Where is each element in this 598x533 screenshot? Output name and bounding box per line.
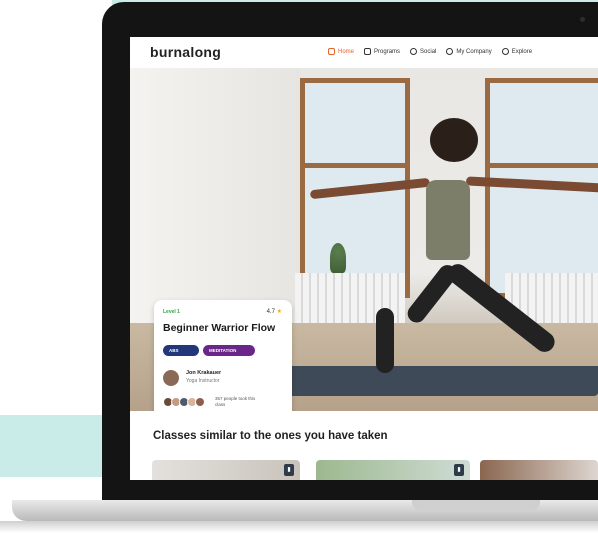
class-card[interactable]: Level 1 4.7 ★ Beginner Warrior Flow ABS … — [154, 300, 292, 411]
nav-item-label: Social — [420, 48, 437, 55]
person-leg — [376, 308, 394, 373]
curtain — [130, 68, 300, 338]
similar-classes-heading: Classes similar to the ones you have tak… — [153, 430, 388, 442]
nav-item-label: Programs — [374, 48, 401, 55]
nav-item-home[interactable]: Home — [328, 48, 354, 55]
person-head — [430, 118, 478, 162]
people-icon — [410, 48, 418, 55]
level-label: Level 1 — [163, 309, 180, 315]
top-navbar: burnalong Home Programs Social My Compan… — [130, 37, 598, 68]
instructor-avatar[interactable] — [163, 370, 179, 386]
search-icon — [501, 48, 509, 55]
laptop-shadow — [0, 521, 598, 533]
app-screen: burnalong Home Programs Social My Compan… — [130, 37, 598, 480]
bookmark-icon[interactable]: ▮ — [284, 464, 294, 476]
globe-icon — [446, 48, 454, 55]
nav-item-label: Home — [338, 48, 355, 55]
document-icon — [364, 48, 372, 55]
bookmark-icon[interactable]: ▮ — [454, 464, 464, 476]
rating: 4.7 ★ — [267, 308, 282, 315]
yoga-mat — [257, 366, 598, 396]
rating-value: 4.7 — [266, 309, 275, 315]
tag-abs[interactable]: ABS — [163, 345, 199, 356]
nav-item-label: My Company — [456, 48, 492, 55]
hero-video-image[interactable]: Level 1 4.7 ★ Beginner Warrior Flow ABS … — [130, 68, 598, 411]
class-thumbnail[interactable] — [480, 460, 598, 480]
star-icon: ★ — [276, 309, 282, 315]
person-torso — [426, 180, 470, 260]
laptop-notch — [412, 500, 540, 510]
burnalong-logo[interactable]: burnalong — [150, 44, 221, 60]
class-thumbnail[interactable]: ▮ — [152, 460, 300, 480]
class-thumbnail[interactable]: ▮ — [316, 460, 470, 480]
nav-item-social[interactable]: Social — [410, 48, 436, 55]
participants-text: 357 people took this class — [215, 396, 256, 407]
tag-meditation[interactable]: MEDITATION — [203, 345, 255, 356]
instructor-name[interactable]: Jon Krakauer — [186, 370, 221, 376]
plant — [330, 243, 346, 273]
nav-item-explore[interactable]: Explore — [501, 48, 533, 55]
instructor-role: Yoga Instructor — [186, 378, 220, 384]
participant-avatar — [195, 397, 205, 407]
nav-item-programs[interactable]: Programs — [364, 48, 400, 55]
class-title: Beginner Warrior Flow — [163, 322, 276, 334]
home-icon — [328, 48, 335, 55]
nav-item-my-company[interactable]: My Company — [446, 48, 492, 55]
nav-item-label: Explore — [511, 48, 533, 55]
webcam — [580, 17, 585, 22]
nav-menu: Home Programs Social My Company Explore — [328, 48, 532, 55]
